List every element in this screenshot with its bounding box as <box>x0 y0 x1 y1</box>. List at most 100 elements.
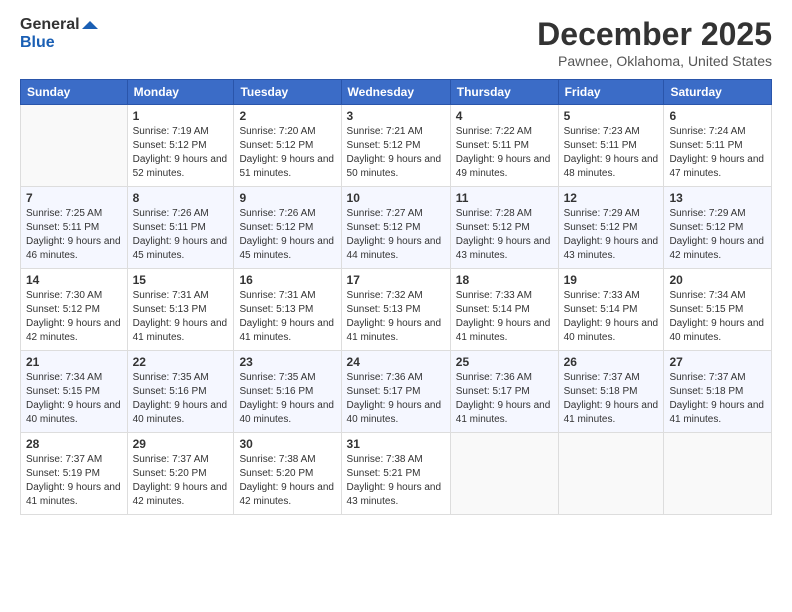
day-info: Sunrise: 7:22 AMSunset: 5:11 PMDaylight:… <box>456 125 553 181</box>
calendar-cell: 8Sunrise: 7:26 AMSunset: 5:11 PMDaylight… <box>127 187 234 269</box>
day-number: 15 <box>133 273 229 287</box>
logo-text-block: General Blue <box>20 16 98 51</box>
calendar-cell: 9 Sunrise: 7:26 AMSunset: 5:12 PMDaylight… <box>234 187 341 269</box>
day-number: 6 <box>669 109 766 123</box>
day-number: 14 <box>26 273 122 287</box>
calendar-cell: 10Sunrise: 7:27 AMSunset: 5:12 PMDayligh… <box>341 187 450 269</box>
day-info: Sunrise: 7:36 AMSunset: 5:17 PMDaylight:… <box>456 371 553 427</box>
header-thursday: Thursday <box>450 80 558 105</box>
day-number: 11 <box>456 191 553 205</box>
calendar-cell: 2 Sunrise: 7:20 AMSunset: 5:12 PMDaylight… <box>234 105 341 187</box>
day-info: Sunrise: 7:34 AMSunset: 5:15 PMDaylight:… <box>669 289 766 345</box>
calendar-cell: 27 Sunrise: 7:37 AMSunset: 5:18 PMDayligh… <box>664 351 772 433</box>
day-number: 7 <box>26 191 122 205</box>
logo-blue: Blue <box>20 34 55 52</box>
day-number: 9 <box>239 191 335 205</box>
day-info: Sunrise: 7:33 AMSunset: 5:14 PMDaylight:… <box>564 289 659 345</box>
calendar-week-row: 7 Sunrise: 7:25 AMSunset: 5:11 PMDaylight… <box>21 187 772 269</box>
calendar-cell: 18Sunrise: 7:33 AMSunset: 5:14 PMDayligh… <box>450 269 558 351</box>
day-number: 17 <box>347 273 445 287</box>
day-info: Sunrise: 7:37 AMSunset: 5:18 PMDaylight:… <box>564 371 659 427</box>
day-info: Sunrise: 7:24 AMSunset: 5:11 PMDaylight:… <box>669 125 766 181</box>
calendar-cell <box>664 433 772 515</box>
calendar-cell: 28 Sunrise: 7:37 AMSunset: 5:19 PMDayligh… <box>21 433 128 515</box>
calendar-cell: 25 Sunrise: 7:36 AMSunset: 5:17 PMDayligh… <box>450 351 558 433</box>
day-number: 31 <box>347 437 445 451</box>
header-sunday: Sunday <box>21 80 128 105</box>
day-number: 12 <box>564 191 659 205</box>
header: General Blue December 2025 Pawnee, Oklah… <box>20 16 772 69</box>
calendar-cell: 24Sunrise: 7:36 AMSunset: 5:17 PMDayligh… <box>341 351 450 433</box>
day-info: Sunrise: 7:20 AMSunset: 5:12 PMDaylight:… <box>239 125 335 181</box>
location: Pawnee, Oklahoma, United States <box>537 53 772 69</box>
day-number: 2 <box>239 109 335 123</box>
calendar-cell: 1 Sunrise: 7:19 AMSunset: 5:12 PMDaylight… <box>127 105 234 187</box>
day-number: 28 <box>26 437 122 451</box>
header-tuesday: Tuesday <box>234 80 341 105</box>
day-info: Sunrise: 7:36 AMSunset: 5:17 PMDaylight:… <box>347 371 445 427</box>
calendar-week-row: 14 Sunrise: 7:30 AMSunset: 5:12 PMDayligh… <box>21 269 772 351</box>
calendar-cell: 23 Sunrise: 7:35 AMSunset: 5:16 PMDayligh… <box>234 351 341 433</box>
day-info: Sunrise: 7:37 AMSunset: 5:18 PMDaylight:… <box>669 371 766 427</box>
day-number: 4 <box>456 109 553 123</box>
calendar-cell: 31 Sunrise: 7:38 AMSunset: 5:21 PMDayligh… <box>341 433 450 515</box>
day-info: Sunrise: 7:37 AMSunset: 5:19 PMDaylight:… <box>26 453 122 509</box>
day-number: 21 <box>26 355 122 369</box>
calendar-cell <box>558 433 664 515</box>
day-number: 13 <box>669 191 766 205</box>
day-info: Sunrise: 7:35 AMSunset: 5:16 PMDaylight:… <box>133 371 229 427</box>
calendar-header-row: Sunday Monday Tuesday Wednesday Thursday… <box>21 80 772 105</box>
calendar-cell: 30Sunrise: 7:38 AMSunset: 5:20 PMDayligh… <box>234 433 341 515</box>
day-number: 8 <box>133 191 229 205</box>
day-number: 19 <box>564 273 659 287</box>
calendar-cell: 26 Sunrise: 7:37 AMSunset: 5:18 PMDayligh… <box>558 351 664 433</box>
header-monday: Monday <box>127 80 234 105</box>
day-number: 27 <box>669 355 766 369</box>
day-number: 25 <box>456 355 553 369</box>
calendar-cell: 22Sunrise: 7:35 AMSunset: 5:16 PMDayligh… <box>127 351 234 433</box>
day-info: Sunrise: 7:32 AMSunset: 5:13 PMDaylight:… <box>347 289 445 345</box>
day-info: Sunrise: 7:28 AMSunset: 5:12 PMDaylight:… <box>456 207 553 263</box>
day-info: Sunrise: 7:31 AMSunset: 5:13 PMDaylight:… <box>239 289 335 345</box>
day-info: Sunrise: 7:23 AMSunset: 5:11 PMDaylight:… <box>564 125 659 181</box>
calendar-cell: 6 Sunrise: 7:24 AMSunset: 5:11 PMDaylight… <box>664 105 772 187</box>
day-number: 29 <box>133 437 229 451</box>
day-number: 30 <box>239 437 335 451</box>
day-number: 26 <box>564 355 659 369</box>
calendar-cell: 3 Sunrise: 7:21 AMSunset: 5:12 PMDaylight… <box>341 105 450 187</box>
page-container: General Blue December 2025 Pawnee, Oklah… <box>0 0 792 612</box>
calendar-cell: 19 Sunrise: 7:33 AMSunset: 5:14 PMDayligh… <box>558 269 664 351</box>
day-number: 5 <box>564 109 659 123</box>
calendar-week-row: 28 Sunrise: 7:37 AMSunset: 5:19 PMDayligh… <box>21 433 772 515</box>
day-info: Sunrise: 7:30 AMSunset: 5:12 PMDaylight:… <box>26 289 122 345</box>
month-title: December 2025 <box>537 16 772 53</box>
calendar-cell: 29 Sunrise: 7:37 AMSunset: 5:20 PMDayligh… <box>127 433 234 515</box>
calendar-cell: 7 Sunrise: 7:25 AMSunset: 5:11 PMDaylight… <box>21 187 128 269</box>
calendar-cell: 4 Sunrise: 7:22 AMSunset: 5:11 PMDaylight… <box>450 105 558 187</box>
day-info: Sunrise: 7:33 AMSunset: 5:14 PMDaylight:… <box>456 289 553 345</box>
day-info: Sunrise: 7:26 AMSunset: 5:12 PMDaylight:… <box>239 207 335 263</box>
day-number: 10 <box>347 191 445 205</box>
day-info: Sunrise: 7:38 AMSunset: 5:21 PMDaylight:… <box>347 453 445 509</box>
day-info: Sunrise: 7:21 AMSunset: 5:12 PMDaylight:… <box>347 125 445 181</box>
day-number: 23 <box>239 355 335 369</box>
day-info: Sunrise: 7:25 AMSunset: 5:11 PMDaylight:… <box>26 207 122 263</box>
day-info: Sunrise: 7:19 AMSunset: 5:12 PMDaylight:… <box>133 125 229 181</box>
day-number: 3 <box>347 109 445 123</box>
day-info: Sunrise: 7:34 AMSunset: 5:15 PMDaylight:… <box>26 371 122 427</box>
day-number: 1 <box>133 109 229 123</box>
calendar-cell: 5 Sunrise: 7:23 AMSunset: 5:11 PMDaylight… <box>558 105 664 187</box>
day-info: Sunrise: 7:37 AMSunset: 5:20 PMDaylight:… <box>133 453 229 509</box>
header-wednesday: Wednesday <box>341 80 450 105</box>
calendar-cell: 12 Sunrise: 7:29 AMSunset: 5:12 PMDayligh… <box>558 187 664 269</box>
header-saturday: Saturday <box>664 80 772 105</box>
day-info: Sunrise: 7:29 AMSunset: 5:12 PMDaylight:… <box>564 207 659 263</box>
day-info: Sunrise: 7:35 AMSunset: 5:16 PMDaylight:… <box>239 371 335 427</box>
calendar-cell <box>450 433 558 515</box>
day-info: Sunrise: 7:29 AMSunset: 5:12 PMDaylight:… <box>669 207 766 263</box>
calendar-cell: 15Sunrise: 7:31 AMSunset: 5:13 PMDayligh… <box>127 269 234 351</box>
calendar-cell <box>21 105 128 187</box>
day-number: 16 <box>239 273 335 287</box>
calendar-cell: 13 Sunrise: 7:29 AMSunset: 5:12 PMDayligh… <box>664 187 772 269</box>
logo: General Blue <box>20 16 98 51</box>
